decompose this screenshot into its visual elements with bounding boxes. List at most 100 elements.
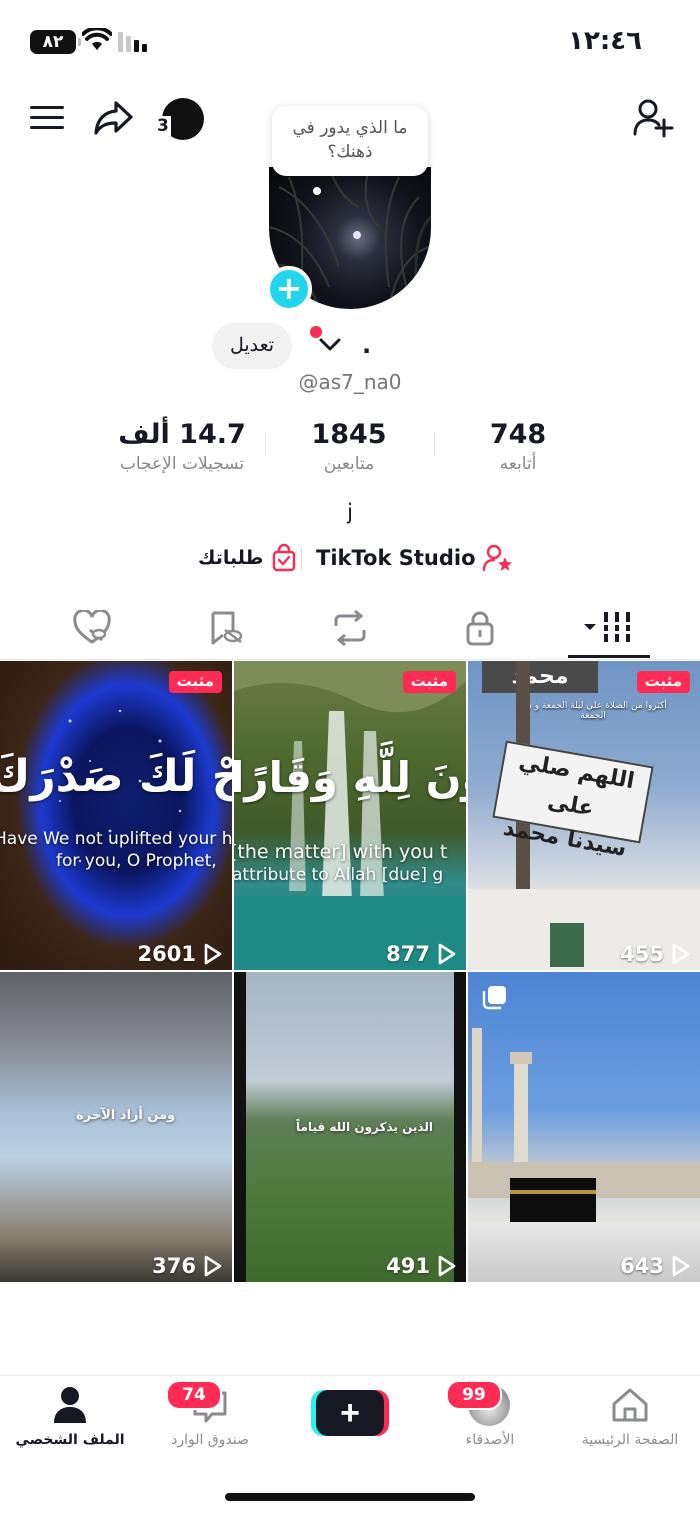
video-note: أكثروا من الصلاة علي ليلة الجمعة و يوم ا… bbox=[519, 701, 667, 721]
video-thumbnail[interactable]: مثبت أَلَمْ نَشْرَحْ لَكَ صَدْرَكَ Have … bbox=[0, 661, 232, 970]
video-caption: أَلَمْ نَشْرَحْ لَكَ صَدْرَكَ bbox=[0, 751, 232, 802]
tiktok-studio-link[interactable]: TikTok Studio bbox=[316, 541, 514, 575]
video-caption: لَا تَرْجُونَ لِلَّهِ وَقَارًا bbox=[234, 753, 466, 802]
video-thumbnail[interactable]: محمد أكثروا من الصلاة علي ليلة الجمعة و … bbox=[468, 661, 700, 970]
starfield bbox=[59, 709, 182, 863]
display-name: . bbox=[362, 331, 372, 359]
street-sign: اللهم صلي على سيدنا محمد bbox=[492, 740, 654, 862]
add-story-button[interactable]: + bbox=[266, 266, 312, 312]
edit-profile-button[interactable]: تعديل bbox=[212, 323, 292, 369]
pinned-badge: مثبت bbox=[402, 671, 456, 693]
profile-icon bbox=[54, 1387, 86, 1423]
create-button[interactable]: + bbox=[316, 1390, 384, 1436]
lock-icon bbox=[466, 611, 494, 646]
status-time: ١٢:٤٦ bbox=[568, 26, 642, 56]
status-bar: ٨٢ ١٢:٤٦ bbox=[0, 0, 700, 84]
inbox-badge: 74 bbox=[166, 1380, 222, 1410]
play-icon bbox=[204, 1255, 222, 1277]
orders-label: طلباتك bbox=[198, 547, 264, 569]
play-icon bbox=[438, 943, 456, 965]
nav-friends[interactable]: 99 الأصدقاء bbox=[420, 1376, 560, 1466]
video-caption-translation: Have We not uplifted your heart bbox=[0, 829, 232, 849]
video-caption: الذين يذكرون الله قياماً bbox=[296, 1120, 433, 1134]
video-caption-translation: for you, O Prophet, bbox=[56, 851, 217, 871]
thought-bubble[interactable]: ما الذي يدور في ذهنك؟ bbox=[272, 106, 428, 176]
story-count: 3 bbox=[155, 116, 171, 136]
tab-favorites[interactable] bbox=[195, 606, 255, 650]
video-grid-icon bbox=[584, 612, 632, 642]
view-count-value: 2601 bbox=[137, 942, 196, 966]
shopping-bag-icon bbox=[273, 543, 296, 572]
play-icon bbox=[204, 943, 222, 965]
liked-hidden-icon bbox=[73, 610, 111, 644]
nav-home[interactable]: الصفحة الرئيسية bbox=[560, 1376, 700, 1466]
nav-home-label: الصفحة الرئيسية bbox=[581, 1432, 679, 1448]
view-count: 643 bbox=[620, 1254, 690, 1278]
username: @as7_na0 bbox=[298, 370, 402, 394]
studio-label: TikTok Studio bbox=[316, 546, 476, 570]
wall-plaque bbox=[550, 923, 584, 967]
video-thumbnail[interactable]: 643 bbox=[468, 972, 700, 1282]
battery-level: ٨٢ bbox=[42, 32, 64, 52]
nav-friends-label: الأصدقاء bbox=[465, 1432, 515, 1448]
kaaba-band bbox=[510, 1190, 596, 1194]
play-icon bbox=[438, 1255, 456, 1277]
nav-profile-label: الملف الشخصي bbox=[15, 1432, 125, 1448]
video-thumbnail[interactable]: الذين يذكرون الله قياماً 491 bbox=[234, 972, 466, 1282]
video-caption: ومن أراد الآخرة bbox=[76, 1108, 176, 1123]
wifi-icon bbox=[82, 28, 112, 50]
active-tab-indicator bbox=[568, 655, 650, 658]
battery-icon: ٨٢ bbox=[30, 30, 81, 54]
nav-inbox-label: صندوق الوارد bbox=[171, 1432, 249, 1448]
view-count-value: 643 bbox=[620, 1254, 664, 1278]
view-count: 2601 bbox=[138, 942, 222, 966]
home-icon bbox=[612, 1388, 648, 1422]
thought-bubble-text: ما الذي يدور في ذهنك؟ bbox=[292, 118, 408, 162]
view-count-value: 376 bbox=[152, 1254, 196, 1278]
view-count: 376 bbox=[152, 1254, 222, 1278]
view-count-value: 455 bbox=[620, 942, 664, 966]
menu-icon[interactable] bbox=[30, 104, 66, 132]
nav-profile[interactable]: الملف الشخصي bbox=[0, 1376, 140, 1466]
home-indicator[interactable] bbox=[225, 1493, 475, 1501]
tab-liked[interactable] bbox=[62, 606, 122, 650]
play-icon bbox=[672, 943, 690, 965]
view-count: 877 bbox=[386, 942, 456, 966]
video-thumbnail[interactable]: ومن أراد الآخرة 376 bbox=[0, 972, 232, 1282]
video-caption-translation: attribute to Allah [due] g bbox=[234, 865, 444, 885]
view-count-value: 877 bbox=[386, 942, 430, 966]
add-friend-icon[interactable] bbox=[632, 98, 674, 138]
street-sign-top: محمد bbox=[482, 661, 598, 693]
following-stat[interactable]: 748 أتابعه bbox=[418, 418, 618, 476]
following-label: أتابعه bbox=[499, 454, 537, 474]
waterfall-scene bbox=[234, 661, 466, 970]
nav-inbox[interactable]: 74 صندوق الوارد bbox=[140, 1376, 280, 1466]
video-caption-translation: [the matter] with you t bbox=[234, 841, 448, 863]
view-count: 455 bbox=[620, 942, 690, 966]
minaret-cap bbox=[510, 1052, 532, 1064]
profile-bio: j bbox=[347, 500, 353, 524]
following-count: 748 bbox=[489, 419, 547, 450]
thought-bubble-tail bbox=[313, 187, 321, 195]
play-icon bbox=[672, 1255, 690, 1277]
share-icon[interactable] bbox=[92, 98, 134, 138]
minaret bbox=[514, 1062, 528, 1172]
friends-badge: 99 bbox=[446, 1380, 502, 1410]
photo-carousel-icon bbox=[482, 986, 506, 1010]
link-divider bbox=[301, 548, 302, 570]
view-count: 491 bbox=[386, 1254, 456, 1278]
creator-star-icon bbox=[482, 544, 512, 572]
tab-videos[interactable] bbox=[578, 606, 638, 650]
pinned-badge: مثبت bbox=[168, 671, 222, 693]
tab-reposts[interactable] bbox=[320, 606, 380, 650]
video-thumbnail[interactable]: مثبت لَا تَرْجُونَ لِلَّهِ وَقَارًا [the… bbox=[234, 661, 466, 970]
minaret bbox=[472, 1028, 482, 1168]
chevron-down-icon[interactable] bbox=[318, 337, 342, 353]
orders-link[interactable]: طلباتك bbox=[198, 541, 299, 575]
cellular-signal-icon bbox=[118, 32, 147, 52]
repost-icon bbox=[334, 610, 366, 646]
profile-tabs bbox=[0, 598, 700, 660]
view-count-value: 491 bbox=[386, 1254, 430, 1278]
pinned-badge: مثبت bbox=[636, 671, 690, 693]
tab-private[interactable] bbox=[450, 606, 510, 650]
